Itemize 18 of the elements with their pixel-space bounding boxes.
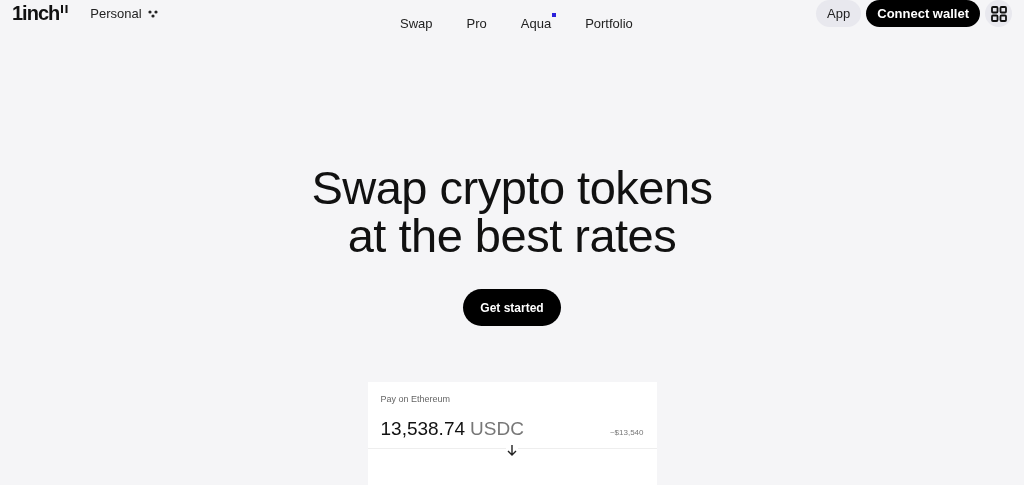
apps-grid-button[interactable] — [985, 0, 1012, 27]
logo[interactable]: 1inch — [12, 2, 69, 25]
nav-link[interactable]: Pro — [466, 15, 487, 31]
nav-link[interactable]: Aqua — [520, 15, 552, 31]
hero-title: Swap crypto tokens at the best rates — [311, 164, 713, 260]
get-started-button[interactable]: Get started — [463, 289, 561, 326]
usd-value: ~$13,540 — [609, 428, 644, 437]
amount-input[interactable]: 13,538.74 — [380, 418, 466, 440]
nav-link[interactable]: Swap — [400, 15, 433, 31]
connect-wallet-button[interactable]: Connect wallet — [866, 0, 980, 27]
app-button[interactable]: App — [816, 0, 862, 27]
pay-network-label: Pay on Ethereum — [380, 394, 452, 404]
account-dropdown[interactable]: Personal — [90, 6, 158, 21]
nav-link[interactable]: Portfolio — [585, 15, 633, 31]
logo-mark-icon — [61, 5, 69, 14]
grid-icon — [990, 5, 1007, 22]
token-selector[interactable]: USDC — [465, 418, 524, 440]
dots-icon — [147, 9, 158, 18]
